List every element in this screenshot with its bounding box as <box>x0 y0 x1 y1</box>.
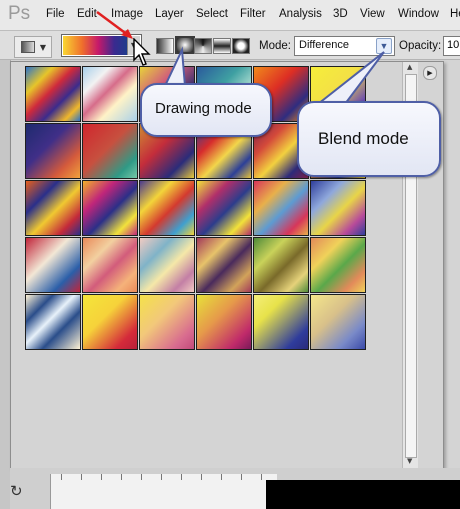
menu-help[interactable]: He <box>450 8 460 20</box>
radial-gradient-button[interactable] <box>175 36 195 54</box>
gradient-preset-swatch[interactable] <box>253 237 309 293</box>
mouse-cursor-icon <box>133 38 151 66</box>
mode-label: Mode: <box>259 40 291 52</box>
blend-mode-select[interactable]: Difference ▼ <box>294 36 395 56</box>
gradient-preset-swatch[interactable] <box>25 180 81 236</box>
menu-edit[interactable]: Edit <box>77 8 97 20</box>
menu-analysis[interactable]: Analysis <box>279 8 322 20</box>
app-logo: Ps <box>8 3 31 24</box>
gradient-preset-swatch[interactable] <box>139 237 195 293</box>
menu-window[interactable]: Window <box>398 8 439 20</box>
gradient-preset-swatch[interactable] <box>25 66 81 122</box>
gradient-preset-swatch[interactable] <box>82 123 138 179</box>
gradient-preset-swatch[interactable] <box>139 180 195 236</box>
opacity-value: 10 <box>447 39 460 51</box>
gradient-preset-swatch[interactable] <box>82 237 138 293</box>
gradient-preset-swatch[interactable] <box>139 294 195 350</box>
gradient-preset-swatch[interactable] <box>196 237 252 293</box>
gradient-preset-swatch[interactable] <box>310 294 366 350</box>
reflected-gradient-button[interactable] <box>213 38 231 54</box>
linear-gradient-button[interactable] <box>156 38 174 54</box>
blend-mode-callout-text: Blend mode <box>318 129 409 148</box>
gradient-preset-swatch[interactable] <box>196 180 252 236</box>
ruler <box>50 474 277 509</box>
options-bar: ▼ ▼ Mode: Difference ▼ Opacity: 10 <box>0 31 460 60</box>
gradient-preset-swatch[interactable] <box>82 180 138 236</box>
gradient-preset-swatch[interactable] <box>82 66 138 122</box>
gradient-preset-swatch[interactable] <box>25 123 81 179</box>
document-canvas[interactable] <box>266 480 460 509</box>
menu-select[interactable]: Select <box>196 8 228 20</box>
drawing-mode-callout-text: Drawing mode <box>155 100 252 117</box>
gradient-preset-swatch[interactable] <box>310 180 366 236</box>
menu-layer[interactable]: Layer <box>155 8 184 20</box>
angle-gradient-button[interactable] <box>194 38 212 54</box>
gradient-picker[interactable]: ▼ <box>61 34 142 57</box>
gradient-preset-swatch[interactable] <box>25 237 81 293</box>
menu-view[interactable]: View <box>360 8 385 20</box>
opacity-label: Opacity: <box>399 40 442 52</box>
menu-image[interactable]: Image <box>111 8 143 20</box>
gradient-tool-icon <box>21 41 35 53</box>
menu-3d[interactable]: 3D <box>333 8 348 20</box>
workspace-bottom: ↻ <box>10 468 460 509</box>
tool-preset-picker[interactable]: ▼ <box>14 36 52 58</box>
blend-mode-value: Difference <box>299 39 349 51</box>
opacity-input[interactable]: 10 <box>443 36 460 56</box>
scroll-down-icon[interactable]: ▼ <box>407 457 412 465</box>
drawing-mode-callout: Drawing mode <box>140 83 272 137</box>
chevron-down-icon: ▼ <box>39 43 46 52</box>
gradient-preset-swatch[interactable] <box>82 294 138 350</box>
gradient-preset-swatch[interactable] <box>196 294 252 350</box>
menu-file[interactable]: File <box>46 8 65 20</box>
scroll-up-icon[interactable]: ▲ <box>407 63 412 71</box>
gradient-preset-swatch[interactable] <box>253 294 309 350</box>
menu-bar: Ps File Edit Image Layer Select Filter A… <box>0 0 460 31</box>
gradient-swatch[interactable] <box>63 36 127 55</box>
panel-menu-icon[interactable]: ▶ <box>423 66 437 80</box>
diamond-gradient-button[interactable] <box>232 38 250 54</box>
chevron-down-icon[interactable]: ▼ <box>376 38 392 54</box>
gradient-preset-swatch[interactable] <box>253 180 309 236</box>
gradient-preset-swatch[interactable] <box>310 237 366 293</box>
menu-filter[interactable]: Filter <box>240 8 266 20</box>
blend-mode-callout: Blend mode <box>297 101 441 177</box>
gradient-preset-swatch[interactable] <box>25 294 81 350</box>
rotate-view-icon[interactable]: ↻ <box>10 482 23 500</box>
